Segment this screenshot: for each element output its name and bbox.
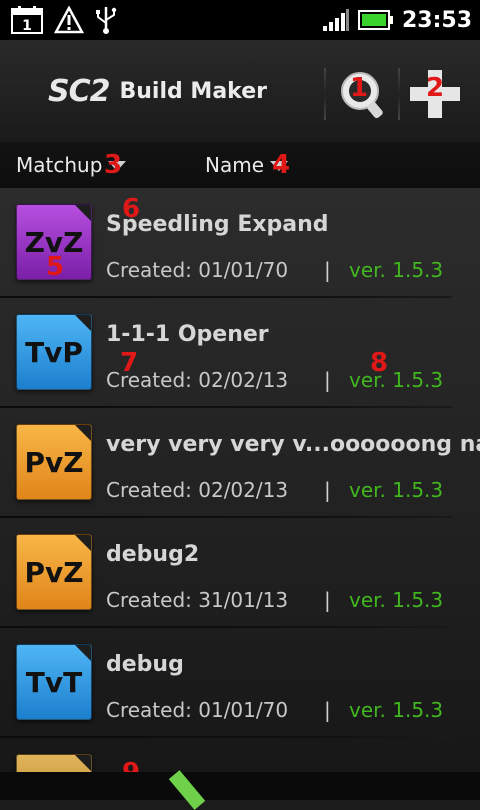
- build-created: Created: 31/01/13: [106, 588, 289, 612]
- build-title: debug2: [106, 542, 200, 567]
- logo-text: Build Maker: [119, 78, 267, 104]
- callout-marker: 7: [120, 348, 139, 378]
- callout-marker: 4: [272, 150, 291, 180]
- status-indicators: 23:53: [322, 4, 472, 36]
- row-separator: |: [324, 698, 331, 722]
- matchup-label: PvZ: [24, 445, 84, 479]
- build-list[interactable]: ZvZ Speedling Expand Created: 01/01/70 |…: [0, 188, 480, 800]
- callout-marker: 5: [46, 252, 65, 282]
- calendar-day: 1: [22, 18, 32, 34]
- matchup-label: TvT: [25, 665, 83, 699]
- build-created: Created: 01/01/70: [106, 698, 289, 722]
- sort-matchup-label: Matchup: [16, 153, 103, 177]
- build-title: 1-1-1 Opener: [106, 322, 269, 347]
- row-separator: |: [324, 478, 331, 502]
- calendar-icon: 1: [11, 6, 43, 34]
- build-version: ver. 1.5.3: [349, 478, 444, 502]
- matchup-icon: TvP: [16, 314, 92, 390]
- build-title: very very very v...oooooong name: [106, 432, 480, 457]
- app-header: SC2 Build Maker 1 2: [0, 40, 480, 143]
- row-separator: |: [324, 368, 331, 392]
- build-version: ver. 1.5.3: [349, 588, 444, 612]
- status-notifications: 1: [10, 4, 118, 36]
- header-divider: [398, 68, 400, 120]
- sort-name-label: Name: [205, 153, 265, 177]
- matchup-icon: PvZ: [16, 534, 92, 610]
- build-title: debug: [106, 652, 184, 677]
- header-divider: [324, 68, 326, 120]
- callout-marker: 6: [122, 194, 141, 224]
- clock: 23:53: [401, 7, 472, 33]
- matchup-label: TvP: [25, 335, 83, 369]
- build-version: ver. 1.5.3: [349, 258, 444, 282]
- row-separator: |: [324, 258, 331, 282]
- warning-icon: [54, 6, 84, 34]
- status-bar: 1 23:53: [0, 0, 480, 40]
- callout-marker: 8: [370, 348, 389, 378]
- build-row[interactable]: PvZ debug2 Created: 31/01/13 | ver. 1.5.…: [0, 518, 480, 628]
- build-row[interactable]: PvZ very very very v...oooooong name Cre…: [0, 408, 480, 518]
- build-row[interactable]: TvT debug Created: 01/01/70 | ver. 1.5.3: [0, 628, 480, 738]
- build-version: ver. 1.5.3: [349, 698, 444, 722]
- app-logo: SC2 Build Maker: [48, 73, 267, 109]
- callout-marker: 2: [426, 73, 445, 103]
- row-separator: |: [324, 588, 331, 612]
- battery-icon: [357, 10, 393, 30]
- bottom-strip: [0, 772, 480, 800]
- build-row[interactable]: TvP 1-1-1 Opener Created: 02/02/13 | ver…: [0, 298, 480, 408]
- build-created: Created: 02/02/13: [106, 478, 289, 502]
- matchup-icon: PvZ: [16, 424, 92, 500]
- matchup-label: PvZ: [24, 555, 84, 589]
- sort-bar: Matchup Name 3 4: [0, 142, 480, 189]
- logo-mark: SC2: [48, 73, 110, 109]
- build-row[interactable]: ZvZ Speedling Expand Created: 01/01/70 |…: [0, 188, 480, 298]
- usb-icon: [96, 7, 117, 34]
- build-created: Created: 01/01/70: [106, 258, 289, 282]
- callout-marker: 3: [104, 150, 123, 180]
- callout-marker: 1: [350, 73, 369, 103]
- matchup-icon: TvT: [16, 644, 92, 720]
- signal-icon: [322, 9, 349, 31]
- build-version: ver. 1.5.3: [349, 368, 444, 392]
